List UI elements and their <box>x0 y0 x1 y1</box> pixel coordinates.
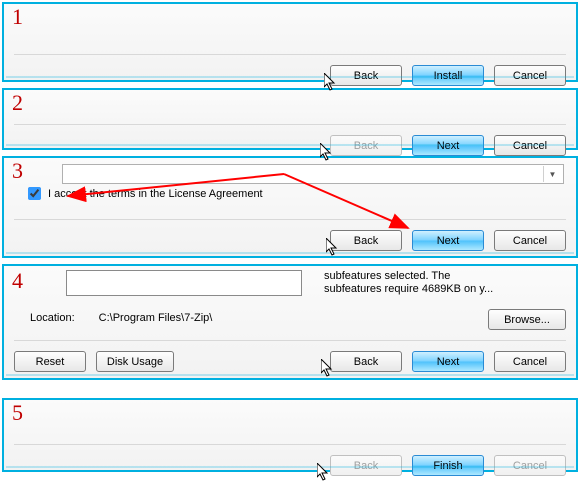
button-row: Reset Disk Usage Back Next Cancel <box>14 340 566 372</box>
reset-button[interactable]: Reset <box>14 351 86 372</box>
finish-button[interactable]: Finish <box>412 455 484 476</box>
next-button[interactable]: Next <box>412 135 484 156</box>
left-buttons: Reset Disk Usage <box>14 351 174 372</box>
location-row: Location: C:\Program Files\7-Zip\ Browse… <box>30 312 566 324</box>
next-button[interactable]: Next <box>412 351 484 372</box>
back-button[interactable]: Back <box>330 230 402 251</box>
accept-label: I accept the terms in the License Agreem… <box>48 188 263 200</box>
location-path: C:\Program Files\7-Zip\ <box>99 312 213 324</box>
cancel-button[interactable]: Cancel <box>494 65 566 86</box>
step-number: 1 <box>12 4 23 30</box>
button-row: Back Install Cancel <box>14 54 566 86</box>
cancel-button[interactable]: Cancel <box>494 351 566 372</box>
feature-tree[interactable] <box>66 270 302 296</box>
back-button[interactable]: Back <box>330 65 402 86</box>
back-button[interactable]: Back <box>330 351 402 372</box>
cancel-button[interactable]: Cancel <box>494 230 566 251</box>
feature-description: subfeatures selected. The subfeatures re… <box>324 268 566 296</box>
accept-row: I accept the terms in the License Agreem… <box>24 184 566 203</box>
step-4-panel: 4 subfeatures selected. The subfeatures … <box>2 264 578 380</box>
back-button: Back <box>330 455 402 476</box>
button-row: Back Next Cancel <box>14 124 566 156</box>
license-dropdown[interactable]: ▼ <box>62 164 564 184</box>
step-number: 4 <box>12 268 23 294</box>
cursor-icon <box>317 463 331 483</box>
accept-checkbox[interactable] <box>28 187 41 200</box>
back-button: Back <box>330 135 402 156</box>
step-number: 2 <box>12 90 23 116</box>
step-3-panel: 3 ▼ I accept the terms in the License Ag… <box>2 156 578 258</box>
browse-button[interactable]: Browse... <box>488 309 566 330</box>
step-1-panel: 1 Back Install Cancel <box>2 2 578 82</box>
cancel-button: Cancel <box>494 455 566 476</box>
chevron-down-icon[interactable]: ▼ <box>543 166 561 182</box>
next-button[interactable]: Next <box>412 230 484 251</box>
step-5-panel: 5 Back Finish Cancel <box>2 398 578 472</box>
disk-usage-button[interactable]: Disk Usage <box>96 351 174 372</box>
button-row: Back Finish Cancel <box>14 444 566 476</box>
location-label: Location: <box>30 312 75 324</box>
step-number: 5 <box>12 400 23 426</box>
step-2-panel: 2 Back Next Cancel <box>2 88 578 150</box>
install-button[interactable]: Install <box>412 65 484 86</box>
cancel-button[interactable]: Cancel <box>494 135 566 156</box>
button-row: Back Next Cancel <box>14 219 566 251</box>
step-number: 3 <box>12 158 23 184</box>
